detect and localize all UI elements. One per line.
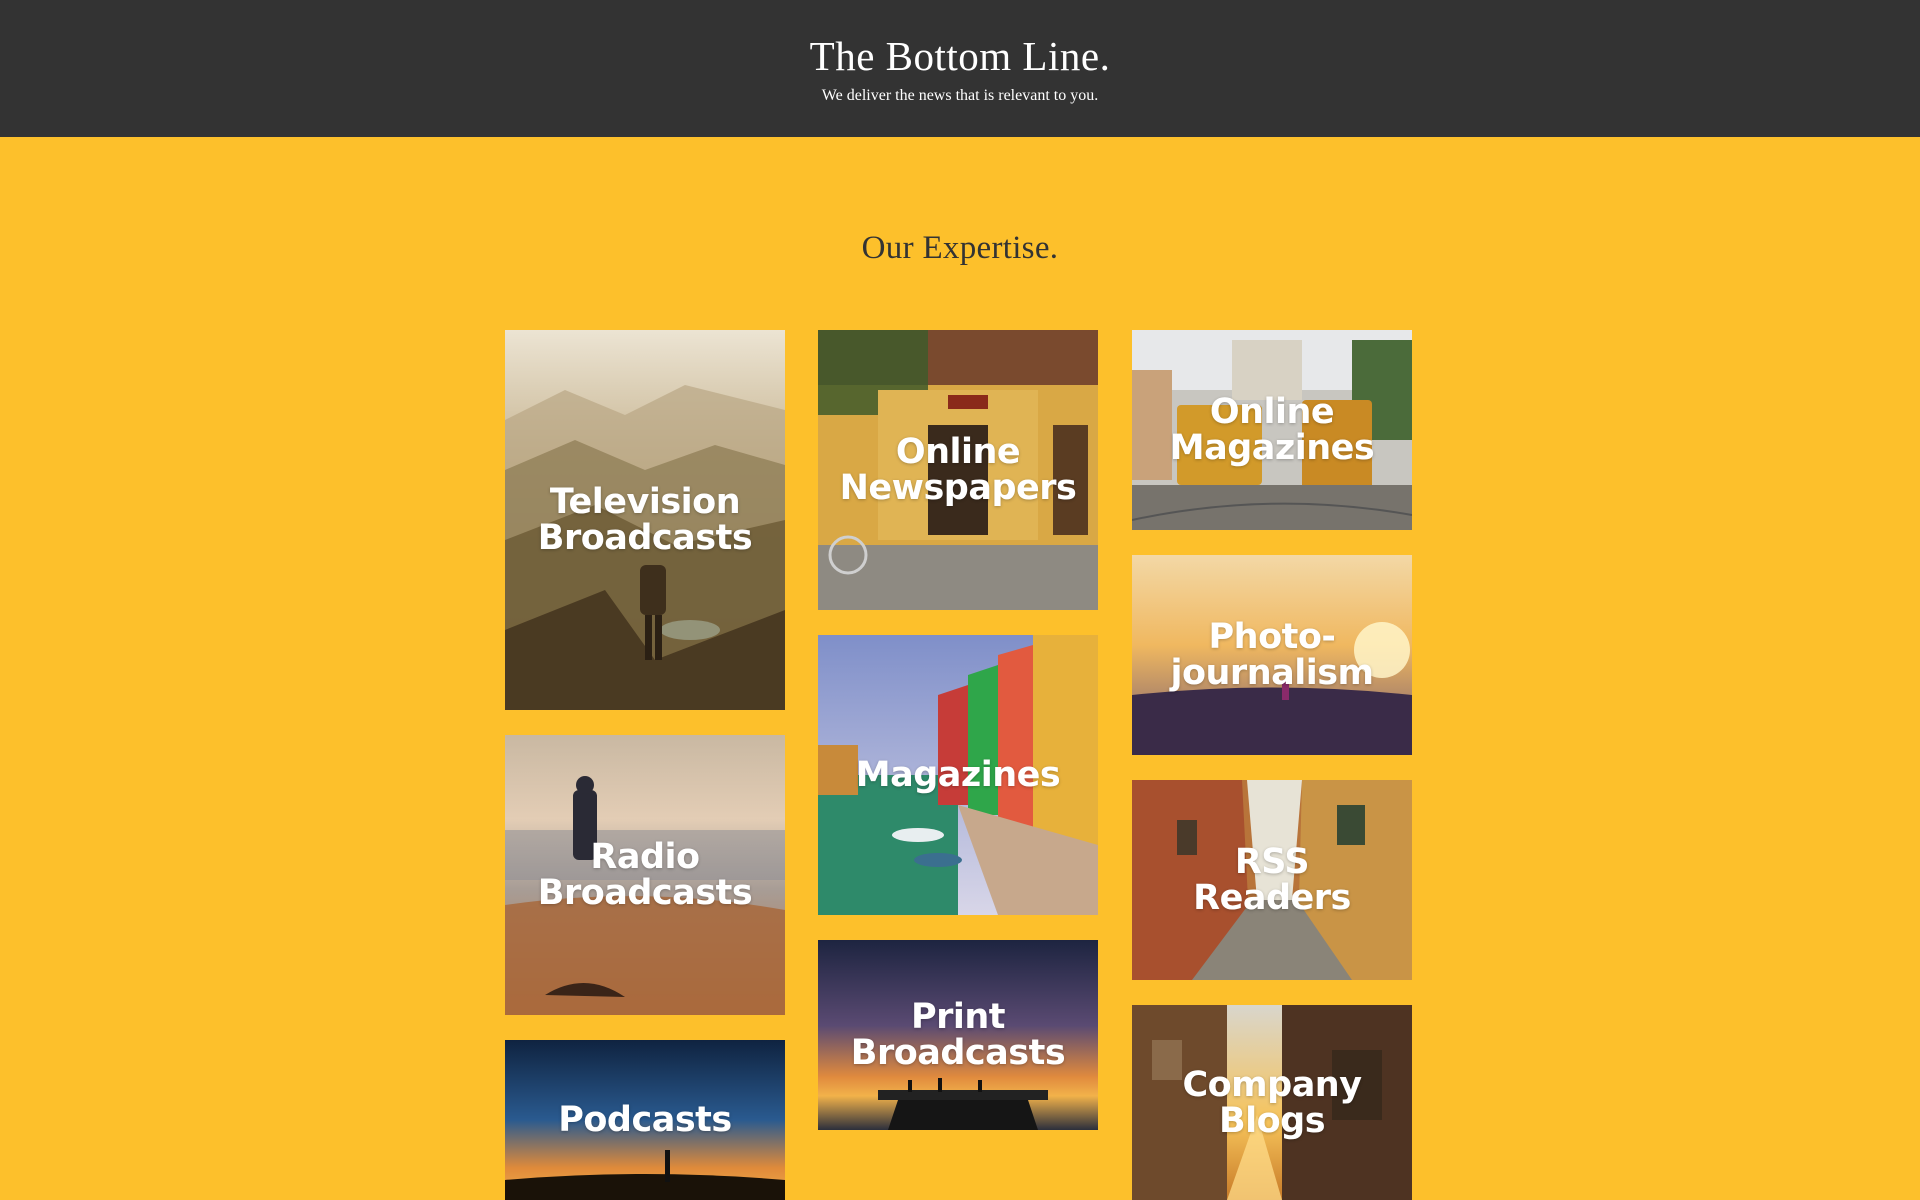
tile-company-blogs[interactable]: Company Blogs: [1132, 1005, 1412, 1200]
tile-label: Television Broadcasts: [537, 482, 753, 558]
tile-label: Print Broadcasts: [850, 997, 1066, 1073]
tile-rss-readers[interactable]: RSS Readers: [1132, 780, 1412, 980]
site-tagline: We deliver the news that is relevant to …: [821, 87, 1099, 104]
tile-label: Podcasts: [558, 1100, 732, 1140]
tile-television-broadcasts[interactable]: Television Broadcasts: [505, 330, 785, 710]
tile-label: Magazines: [855, 755, 1061, 795]
tile-print-broadcasts[interactable]: Print Broadcasts: [818, 940, 1098, 1130]
tile-label: Online Magazines: [1169, 392, 1375, 468]
tile-magazines[interactable]: Magazines: [818, 635, 1098, 915]
tile-online-newspapers[interactable]: Online Newspapers: [818, 330, 1098, 610]
tile-photojournalism[interactable]: Photo- journalism: [1132, 555, 1412, 755]
tile-label: RSS Readers: [1193, 842, 1351, 918]
site-title[interactable]: The Bottom Line.: [0, 32, 1920, 80]
tile-podcasts[interactable]: Podcasts: [505, 1040, 785, 1200]
tile-online-magazines[interactable]: Online Magazines: [1132, 330, 1412, 530]
expertise-heading: Our Expertise.: [861, 230, 1059, 266]
tile-label: Radio Broadcasts: [537, 837, 753, 913]
tile-label: Company Blogs: [1182, 1064, 1362, 1141]
tile-radio-broadcasts[interactable]: Radio Broadcasts: [505, 735, 785, 1015]
tile-label: Photo- journalism: [1170, 617, 1374, 693]
tile-label: Online Newspapers: [839, 432, 1077, 508]
site-header: The Bottom Line. We deliver the news tha…: [0, 0, 1920, 137]
